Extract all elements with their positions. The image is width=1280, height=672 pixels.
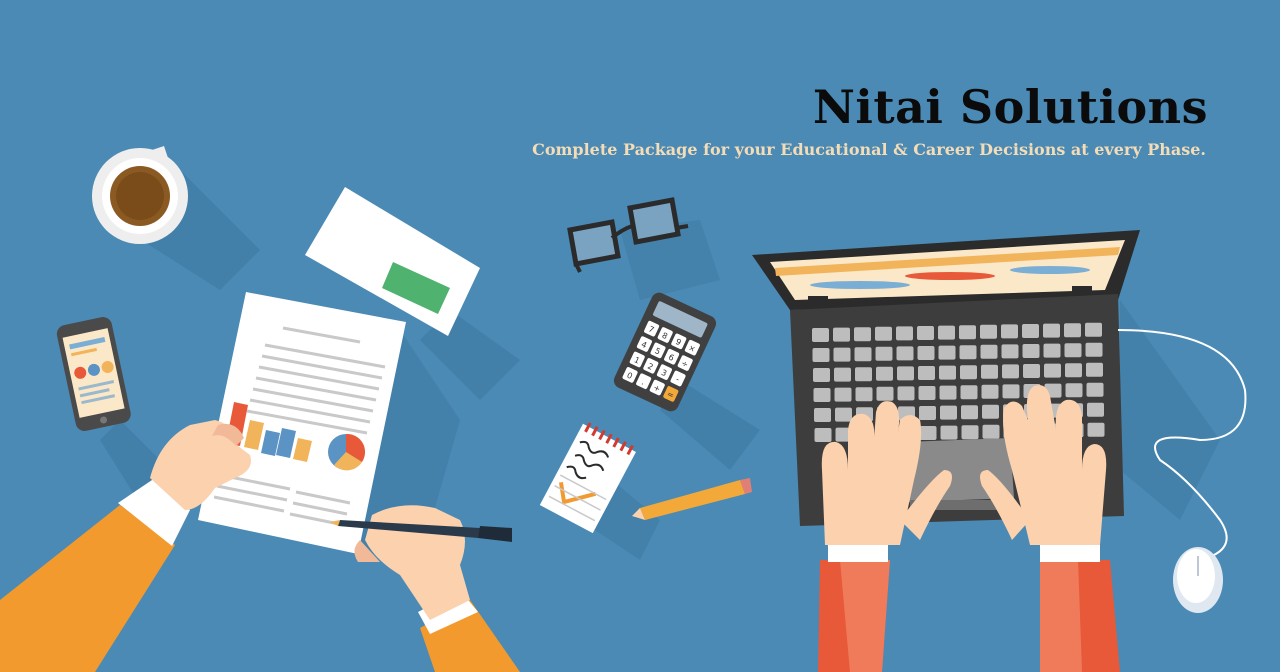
- keyboard-key: [896, 326, 913, 341]
- calculator-icon: 789×456÷123-0.+=: [613, 292, 760, 470]
- keyboard-key: [961, 405, 978, 420]
- keyboard-key: [1043, 343, 1061, 358]
- keyboard-key: [814, 428, 832, 442]
- keyboard-key: [897, 386, 915, 401]
- keyboard-key: [1087, 422, 1105, 437]
- keyboard-key: [1002, 384, 1020, 399]
- keyboard-key: [1087, 402, 1104, 417]
- keyboard-key: [1022, 344, 1040, 358]
- brand-title: Nitai Solutions: [812, 80, 1208, 134]
- keyboard-key: [960, 365, 977, 380]
- keyboard-key: [982, 404, 999, 419]
- keyboard-key: [1043, 323, 1060, 338]
- keyboard-key: [854, 327, 871, 342]
- brand-tagline: Complete Package for your Educational & …: [532, 140, 1206, 159]
- keyboard-key: [1065, 383, 1083, 398]
- keyboard-key: [833, 347, 851, 362]
- keyboard-key: [834, 387, 852, 402]
- keyboard-key: [1022, 324, 1039, 338]
- keyboard-key: [814, 408, 831, 422]
- keyboard-key: [876, 386, 894, 401]
- pie-chart-icon: [328, 433, 366, 471]
- keyboard-key: [918, 386, 936, 400]
- keyboard-key: [896, 346, 914, 361]
- pencil-icon: [632, 478, 752, 520]
- keyboard-key: [939, 385, 957, 400]
- glasses-icon: [567, 197, 720, 300]
- keyboard-key: [1001, 324, 1018, 339]
- keyboard-key: [835, 407, 852, 422]
- keyboard-key: [812, 328, 829, 342]
- keyboard-key: [1064, 323, 1081, 338]
- keyboard-key: [940, 405, 957, 420]
- keyboard-key: [940, 425, 958, 440]
- keyboard-key: [855, 367, 872, 382]
- keyboard-key: [833, 327, 850, 342]
- keyboard-key: [875, 346, 893, 361]
- keyboard-key: [917, 346, 935, 360]
- keyboard-key: [959, 325, 976, 340]
- keyboard-key: [938, 345, 956, 360]
- keyboard-key: [1065, 363, 1082, 378]
- keyboard-key: [875, 326, 892, 341]
- hero-banner: 7 8 9 × 4 5 6 ÷ 1 2 3-0. + = Nitai Solut…: [0, 0, 1280, 672]
- keyboard-key: [980, 344, 998, 359]
- keyboard-key: [981, 364, 998, 379]
- coffee-cup-icon: [92, 146, 260, 290]
- keyboard-key: [876, 366, 893, 381]
- keyboard-key: [961, 425, 979, 440]
- keyboard-key: [919, 426, 937, 440]
- keyboard-key: [813, 388, 831, 402]
- keyboard-key: [1085, 342, 1103, 357]
- keyboard-key: [919, 406, 936, 420]
- keyboard-key: [1086, 362, 1103, 377]
- keyboard-key: [982, 424, 1000, 439]
- keyboard-key: [1023, 364, 1040, 378]
- keyboard-key: [918, 366, 935, 380]
- keyboard-key: [812, 348, 830, 362]
- keyboard-key: [897, 366, 914, 381]
- keyboard-key: [855, 387, 873, 402]
- keyboard-key: [938, 325, 955, 340]
- keyboard-key: [1002, 364, 1019, 379]
- keyboard-key: [1064, 343, 1082, 358]
- keyboard-key: [1044, 363, 1061, 378]
- keyboard-key: [1086, 382, 1104, 397]
- keyboard-key: [834, 367, 851, 382]
- keyboard-key: [917, 326, 934, 340]
- keyboard-key: [1001, 344, 1019, 359]
- keyboard-key: [981, 384, 999, 399]
- keyboard-key: [959, 345, 977, 360]
- keyboard-key: [854, 347, 872, 362]
- keyboard-key: [939, 365, 956, 380]
- keyboard-key: [1085, 322, 1102, 337]
- keyboard-key: [960, 385, 978, 400]
- notepad-icon: [539, 422, 660, 560]
- keyboard-key: [980, 324, 997, 339]
- keyboard-key: [813, 368, 830, 382]
